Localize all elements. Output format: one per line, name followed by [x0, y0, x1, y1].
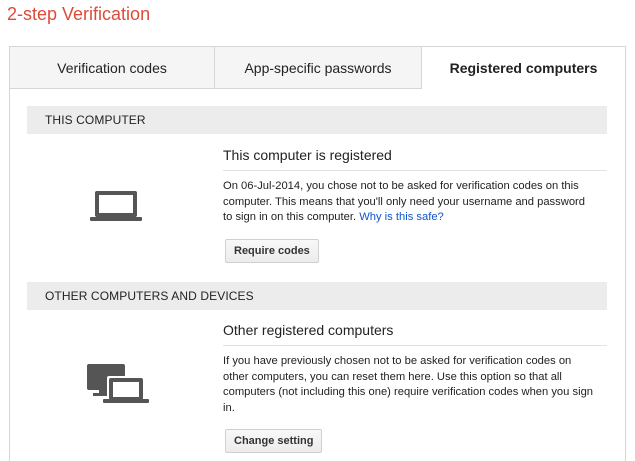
this-computer-description: On 06-Jul-2014, you chose not to be aske… [223, 179, 607, 226]
this-computer-block: This computer is registered On 06-Jul-20… [223, 147, 607, 226]
tab-registered-computers[interactable]: Registered computers [422, 47, 625, 89]
other-computers-description: If you have previously chosen not to be … [223, 355, 594, 414]
require-codes-button[interactable]: Require codes [225, 239, 319, 263]
multiple-computers-icon [87, 364, 149, 403]
why-is-this-safe-link[interactable]: Why is this safe? [359, 211, 444, 223]
section-header-this-computer: THIS COMPUTER [27, 106, 607, 134]
tab-app-specific-passwords[interactable]: App-specific passwords [215, 47, 422, 89]
other-computers-block: Other registered computers If you have p… [223, 322, 607, 416]
laptop-icon [90, 191, 142, 221]
other-computers-title: Other registered computers [223, 322, 607, 346]
section-header-other-computers: OTHER COMPUTERS AND DEVICES [27, 282, 607, 310]
tab-bar: Verification codes App-specific password… [10, 47, 625, 89]
tab-verification-codes[interactable]: Verification codes [10, 47, 215, 89]
page-title: 2-step Verification [7, 4, 151, 24]
settings-panel: Verification codes App-specific password… [9, 46, 626, 461]
change-setting-button[interactable]: Change setting [225, 429, 323, 453]
this-computer-title: This computer is registered [223, 147, 607, 171]
